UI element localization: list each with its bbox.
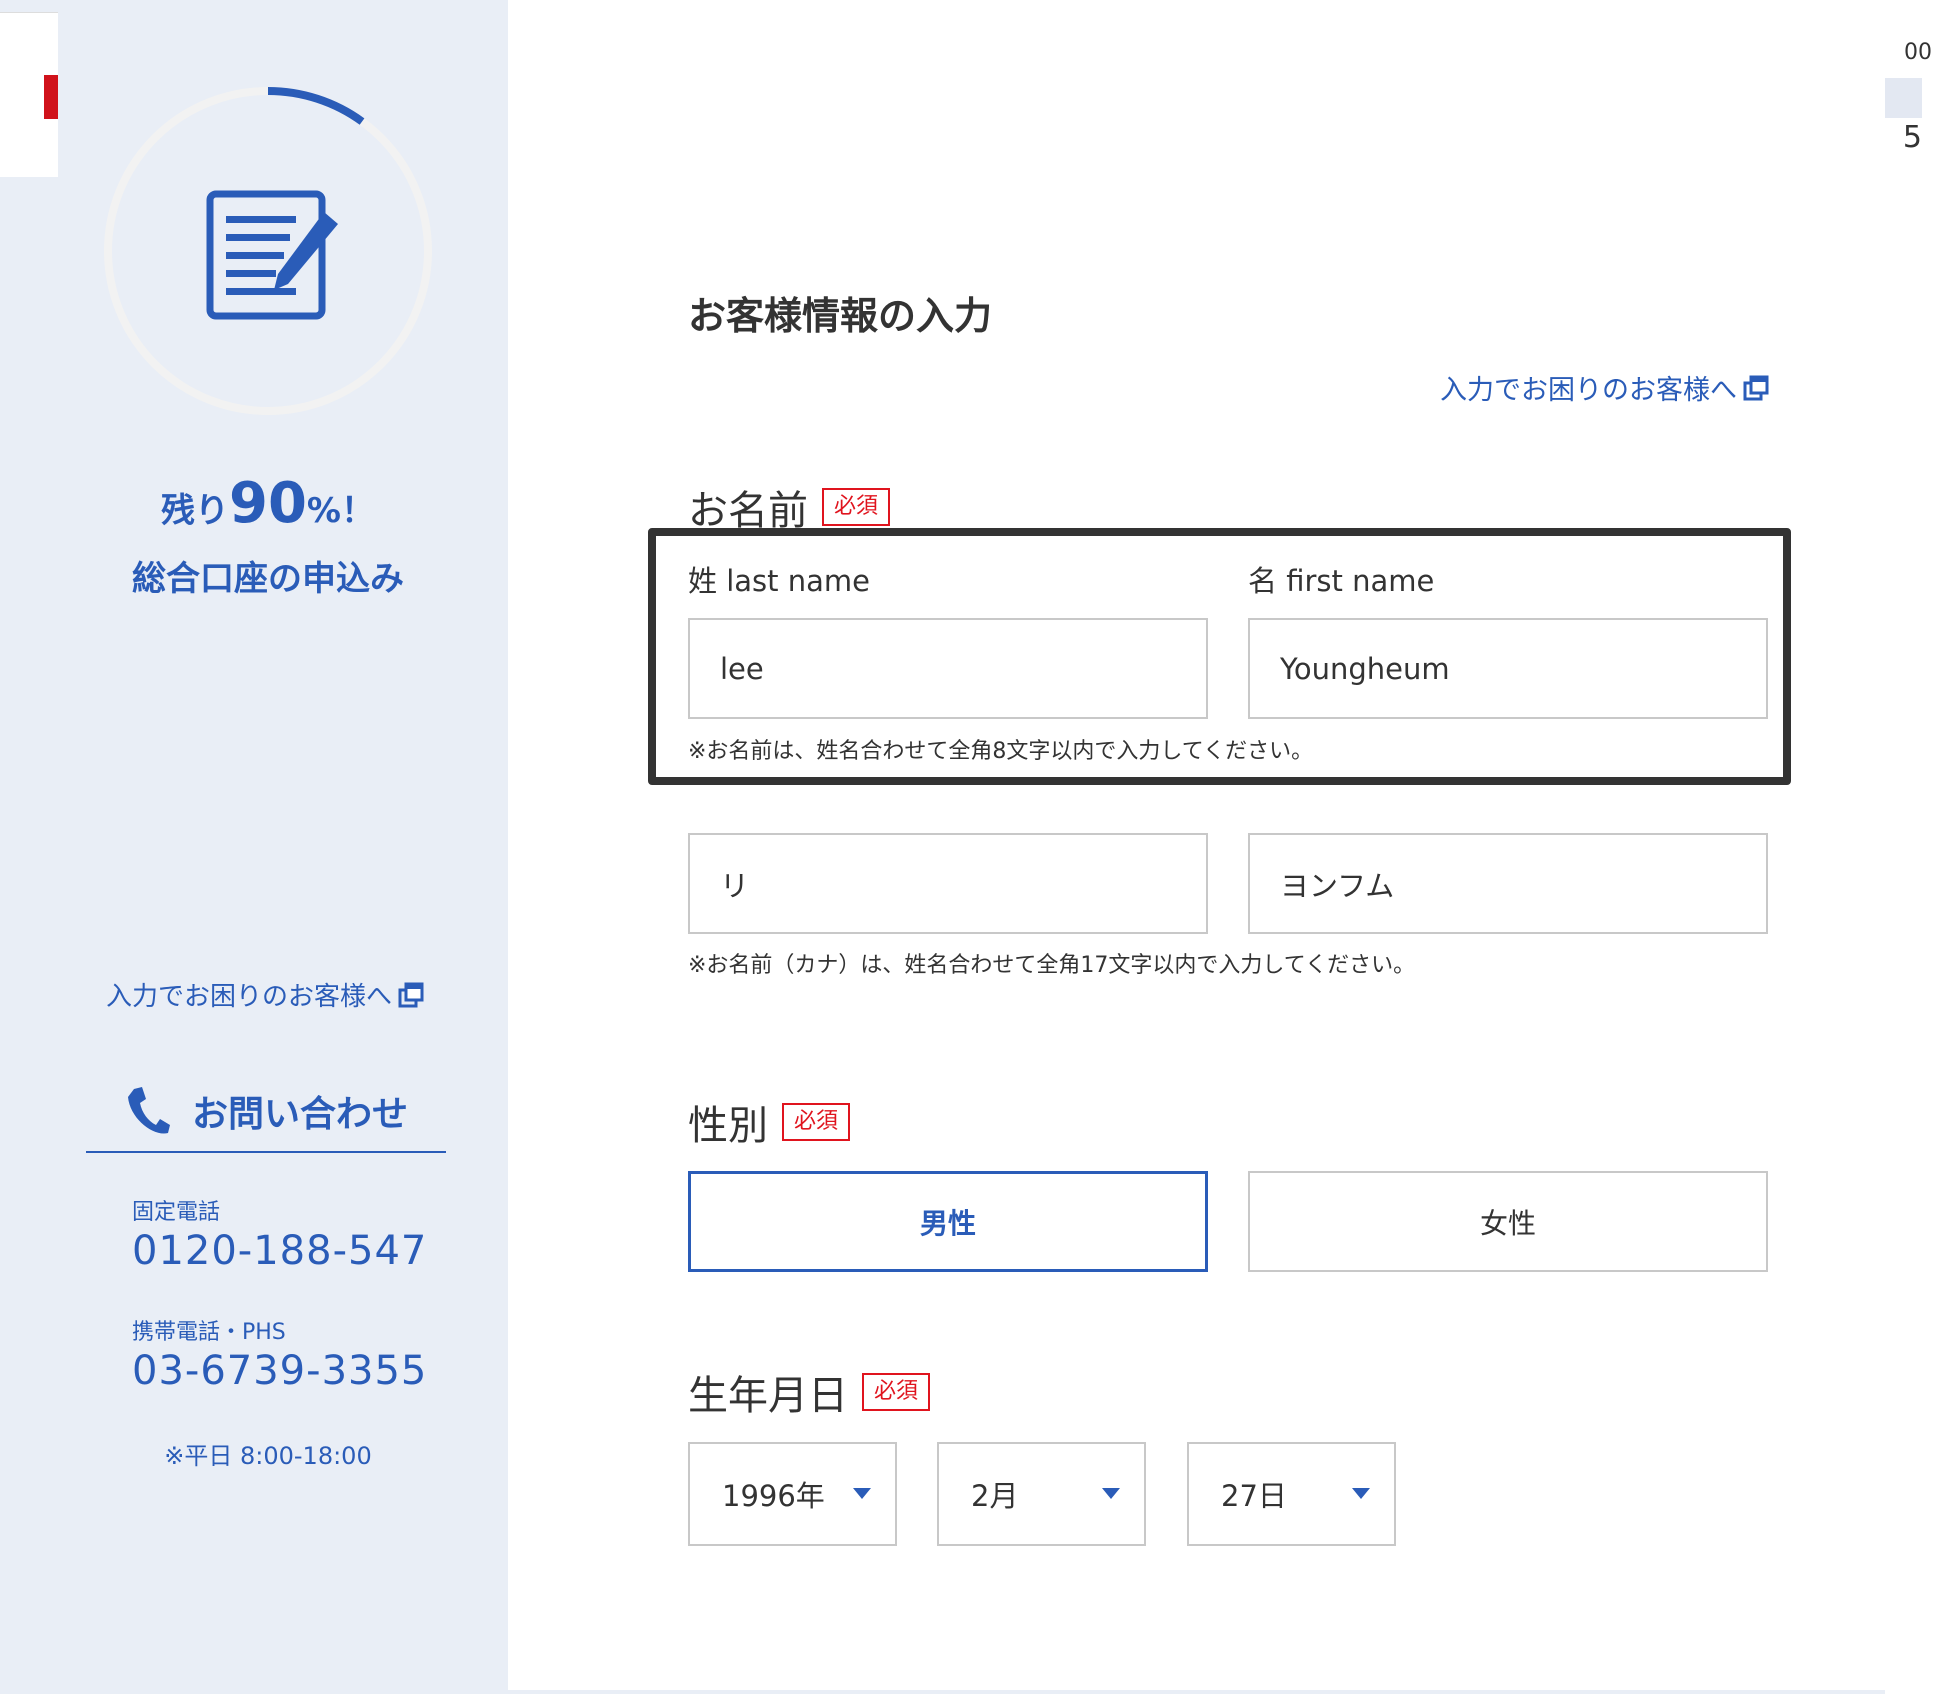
- chevron-down-icon: [853, 1488, 871, 1499]
- last-name-input[interactable]: [688, 618, 1208, 719]
- required-badge: 必須: [822, 487, 891, 527]
- birth-day-select[interactable]: 27日: [1187, 1442, 1396, 1546]
- birth-month-value: 2月: [971, 1479, 1019, 1513]
- page-title: お客様情報の入力: [688, 294, 993, 338]
- help-link-label: 入力でお困りのお客様へ: [1440, 375, 1737, 406]
- required-badge: 必須: [862, 1372, 931, 1412]
- document-edit-icon: [206, 190, 338, 320]
- progress-arc: [267, 87, 365, 125]
- remaining-progress: 残り90%！: [58, 471, 478, 536]
- required-badge: 必須: [782, 1102, 851, 1142]
- birthdate-label: 生年月日: [688, 1373, 848, 1419]
- landline-label: 固定電話: [132, 1200, 221, 1225]
- remaining-prefix: 残り: [160, 491, 229, 531]
- birth-day-value: 27日: [1221, 1479, 1287, 1513]
- progress-sidebar: 残り90%！ 総合口座の申込み 入力でお困りのお客様へ お問い合わせ 固定電話 …: [58, 6, 508, 1694]
- contact-heading: お問い合わせ: [86, 1071, 446, 1153]
- page: 00 5 残り90%！ 総合口座の申込み 入力でお困りのお客様へ お問い合わせ …: [0, 0, 1942, 1694]
- landline-number[interactable]: 0120-188-547: [132, 1228, 427, 1274]
- gender-section-label: 性別 必須: [688, 1093, 851, 1151]
- gender-label: 性別: [688, 1103, 768, 1149]
- sidebar-help-link[interactable]: 入力でお困りのお客様へ: [106, 976, 466, 1013]
- birth-year-select[interactable]: 1996年: [688, 1442, 897, 1546]
- form-help-link[interactable]: 入力でお困りのお客様へ: [1440, 368, 1769, 407]
- background-box: [1885, 78, 1922, 118]
- chevron-down-icon: [1352, 1488, 1370, 1499]
- remaining-suffix: %！: [306, 491, 375, 531]
- gender-female-button[interactable]: 女性: [1248, 1171, 1768, 1272]
- mobile-number[interactable]: 03-6739-3355: [132, 1348, 427, 1394]
- background-text: 00: [1904, 40, 1932, 65]
- external-window-icon: [1743, 375, 1769, 400]
- chevron-down-icon: [1102, 1488, 1120, 1499]
- mobile-label: 携帯電話・PHS: [132, 1320, 286, 1345]
- phone-icon: [127, 1087, 170, 1134]
- first-name-kana-input[interactable]: [1248, 833, 1768, 934]
- background-right-strip: 00 5: [1885, 0, 1942, 1694]
- birthdate-section-label: 生年月日 必須: [688, 1363, 931, 1421]
- help-link-label: 入力でお困りのお客様へ: [106, 982, 393, 1012]
- contact-title: お問い合わせ: [191, 1094, 408, 1135]
- customer-info-form: お客様情報の入力 入力でお困りのお客様へ お名前 必須 姓 last name …: [508, 0, 1885, 1690]
- business-hours: ※平日 8:00-18:00: [164, 1442, 372, 1470]
- background-text: 5: [1902, 120, 1922, 155]
- birth-month-select[interactable]: 2月: [937, 1442, 1146, 1546]
- application-title: 総合口座の申込み: [132, 559, 404, 599]
- brand-logo: [44, 75, 58, 119]
- first-name-input[interactable]: [1248, 618, 1768, 719]
- first-name-label: 名 first name: [1248, 564, 1435, 598]
- external-window-icon: [398, 982, 424, 1007]
- last-name-label: 姓 last name: [688, 564, 870, 598]
- name-note: ※お名前は、姓名合わせて全角8文字以内で入力してください。: [688, 739, 1314, 764]
- gender-male-button[interactable]: 男性: [688, 1171, 1208, 1272]
- birth-year-value: 1996年: [722, 1479, 825, 1513]
- last-name-kana-input[interactable]: [688, 833, 1208, 934]
- kana-note: ※お名前（カナ）は、姓名合わせて全角17文字以内で入力してください。: [688, 953, 1416, 978]
- remaining-value: 90: [228, 471, 307, 536]
